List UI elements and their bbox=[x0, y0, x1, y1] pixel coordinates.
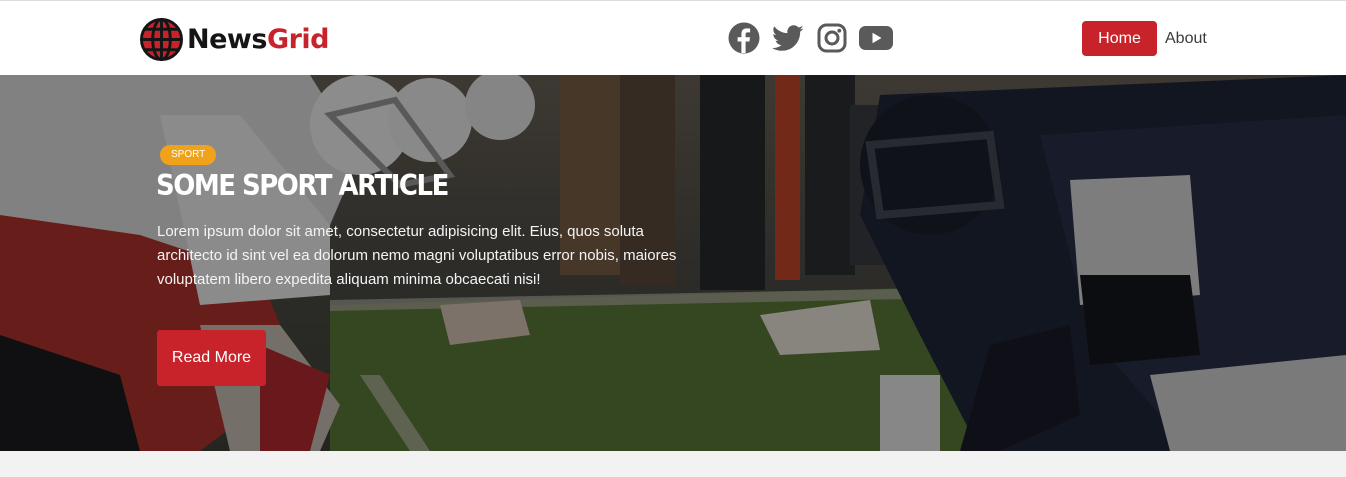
nav-about-link[interactable]: About bbox=[1165, 21, 1207, 56]
globe-icon bbox=[140, 17, 183, 61]
hero-banner: Sport Some Sport Article Lorem ipsum dol… bbox=[0, 75, 1346, 451]
instagram-icon[interactable] bbox=[815, 21, 849, 55]
top-navbar: NewsGrid Home About bbox=[0, 0, 1346, 75]
brand-name-part1: News bbox=[187, 23, 267, 55]
brand-name-part2: Grid bbox=[266, 23, 330, 55]
nav-home-link[interactable]: Home bbox=[1082, 21, 1157, 56]
brand-logo[interactable]: NewsGrid bbox=[140, 17, 330, 61]
twitter-icon[interactable] bbox=[771, 21, 805, 55]
article-title: Some Sport Article bbox=[156, 170, 449, 203]
brand-name: NewsGrid bbox=[187, 23, 330, 55]
youtube-icon[interactable] bbox=[859, 21, 893, 55]
main-nav: Home About bbox=[1082, 21, 1207, 56]
category-badge[interactable]: Sport bbox=[160, 145, 217, 165]
facebook-icon[interactable] bbox=[727, 21, 761, 55]
article-excerpt: Lorem ipsum dolor sit amet, consectetur … bbox=[157, 223, 677, 288]
social-links bbox=[727, 21, 903, 55]
read-more-button[interactable]: Read More bbox=[157, 330, 266, 386]
page-content-area bbox=[0, 451, 1346, 477]
